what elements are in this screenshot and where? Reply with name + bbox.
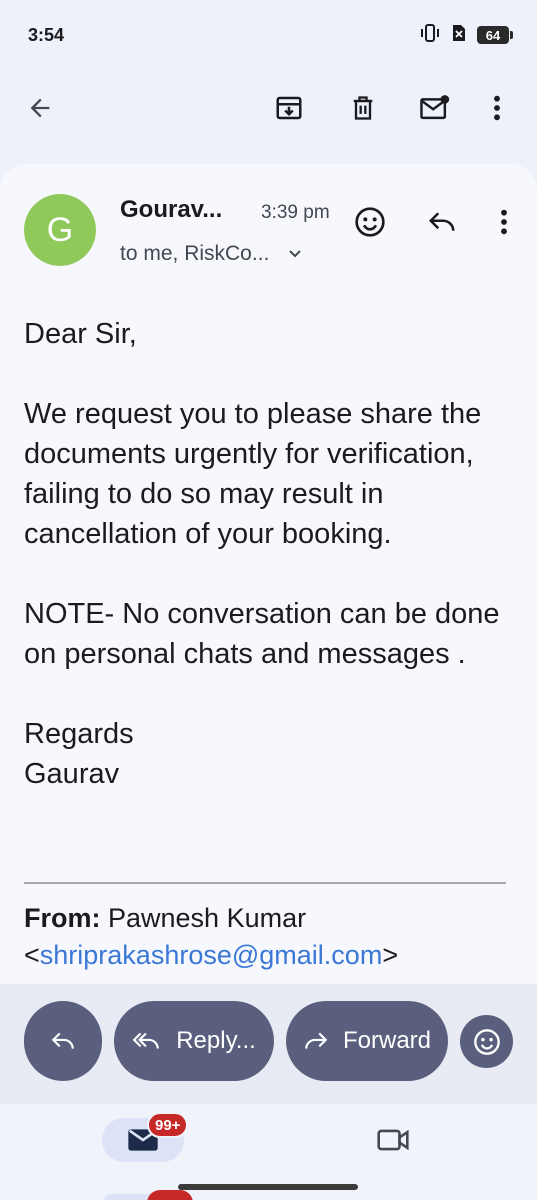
mark-unread-button[interactable] (409, 82, 461, 134)
forward-label: Forward (342, 1027, 432, 1054)
emoji-icon (473, 1028, 500, 1055)
forward-button[interactable]: Forward (286, 1001, 448, 1081)
next-row-badge-peek (147, 1190, 193, 1200)
sender-name[interactable]: Gourav... (120, 196, 222, 224)
reply-all-icon (132, 1032, 159, 1049)
react-button[interactable] (460, 1015, 513, 1068)
no-sim-icon (451, 23, 467, 48)
status-bar: 3:54 64 (0, 0, 537, 70)
email-card: G Gourav... 3:39 pm to me, RiskCo... Dea… (0, 164, 537, 984)
body-signature: Gaurav (24, 758, 120, 790)
body-paragraph: We request you to please share the docum… (24, 398, 482, 550)
forward-icon (305, 1032, 328, 1049)
back-arrow-icon (30, 98, 50, 118)
back-button[interactable] (14, 82, 66, 134)
from-label: From: (24, 903, 101, 933)
body-greeting: Dear Sir, (24, 318, 137, 350)
battery-icon: 64 (477, 26, 513, 44)
more-options-button[interactable] (471, 82, 523, 134)
from-email-link[interactable]: shriprakashrose@gmail.com (40, 940, 383, 970)
archive-button[interactable] (263, 82, 315, 134)
body-regards: Regards (24, 718, 134, 750)
message-more-button[interactable] (482, 200, 526, 244)
emoji-icon (355, 207, 385, 237)
mail-unread-badge: 99+ (147, 1112, 189, 1138)
vibrate-icon (419, 23, 441, 48)
trash-icon (353, 96, 373, 120)
reply-button[interactable] (420, 200, 464, 244)
chevron-down-icon (289, 250, 302, 258)
body-note: NOTE- No conversation can be done on per… (24, 598, 500, 670)
reply-action-bar: Reply... Forward (0, 984, 537, 1104)
quoted-from: From: Pawnesh Kumar <shriprakashrose@gma… (24, 900, 514, 974)
from-close-bracket: > (382, 940, 399, 970)
more-vert-icon (494, 95, 500, 121)
recipients-text: to me, RiskCo... (120, 242, 270, 265)
reply-icon (51, 1032, 74, 1049)
more-vert-icon (501, 209, 507, 235)
archive-icon (276, 96, 302, 120)
reply-all-button[interactable]: Reply... (114, 1001, 274, 1081)
reply-pill-button[interactable] (24, 1001, 102, 1081)
reply-all-label: Reply... (176, 1027, 256, 1054)
sent-time: 3:39 pm (261, 202, 330, 223)
mark-unread-icon (420, 95, 450, 120)
add-reaction-button[interactable] (348, 200, 392, 244)
top-toolbar (0, 74, 537, 142)
video-camera-icon (377, 1129, 409, 1151)
recipients-toggle[interactable]: to me, RiskCo... (120, 242, 303, 266)
from-name: Pawnesh Kumar (100, 903, 307, 933)
reply-icon (428, 212, 455, 231)
email-body: Dear Sir, We request you to please share… (24, 314, 514, 794)
status-time: 3:54 (28, 24, 65, 45)
quote-divider (24, 882, 506, 884)
status-icons: 64 (419, 23, 513, 48)
nav-meet-tab[interactable] (360, 1118, 426, 1162)
avatar[interactable]: G (24, 194, 96, 266)
home-indicator[interactable] (178, 1184, 358, 1190)
delete-button[interactable] (337, 82, 389, 134)
from-open-bracket: < (24, 940, 40, 970)
